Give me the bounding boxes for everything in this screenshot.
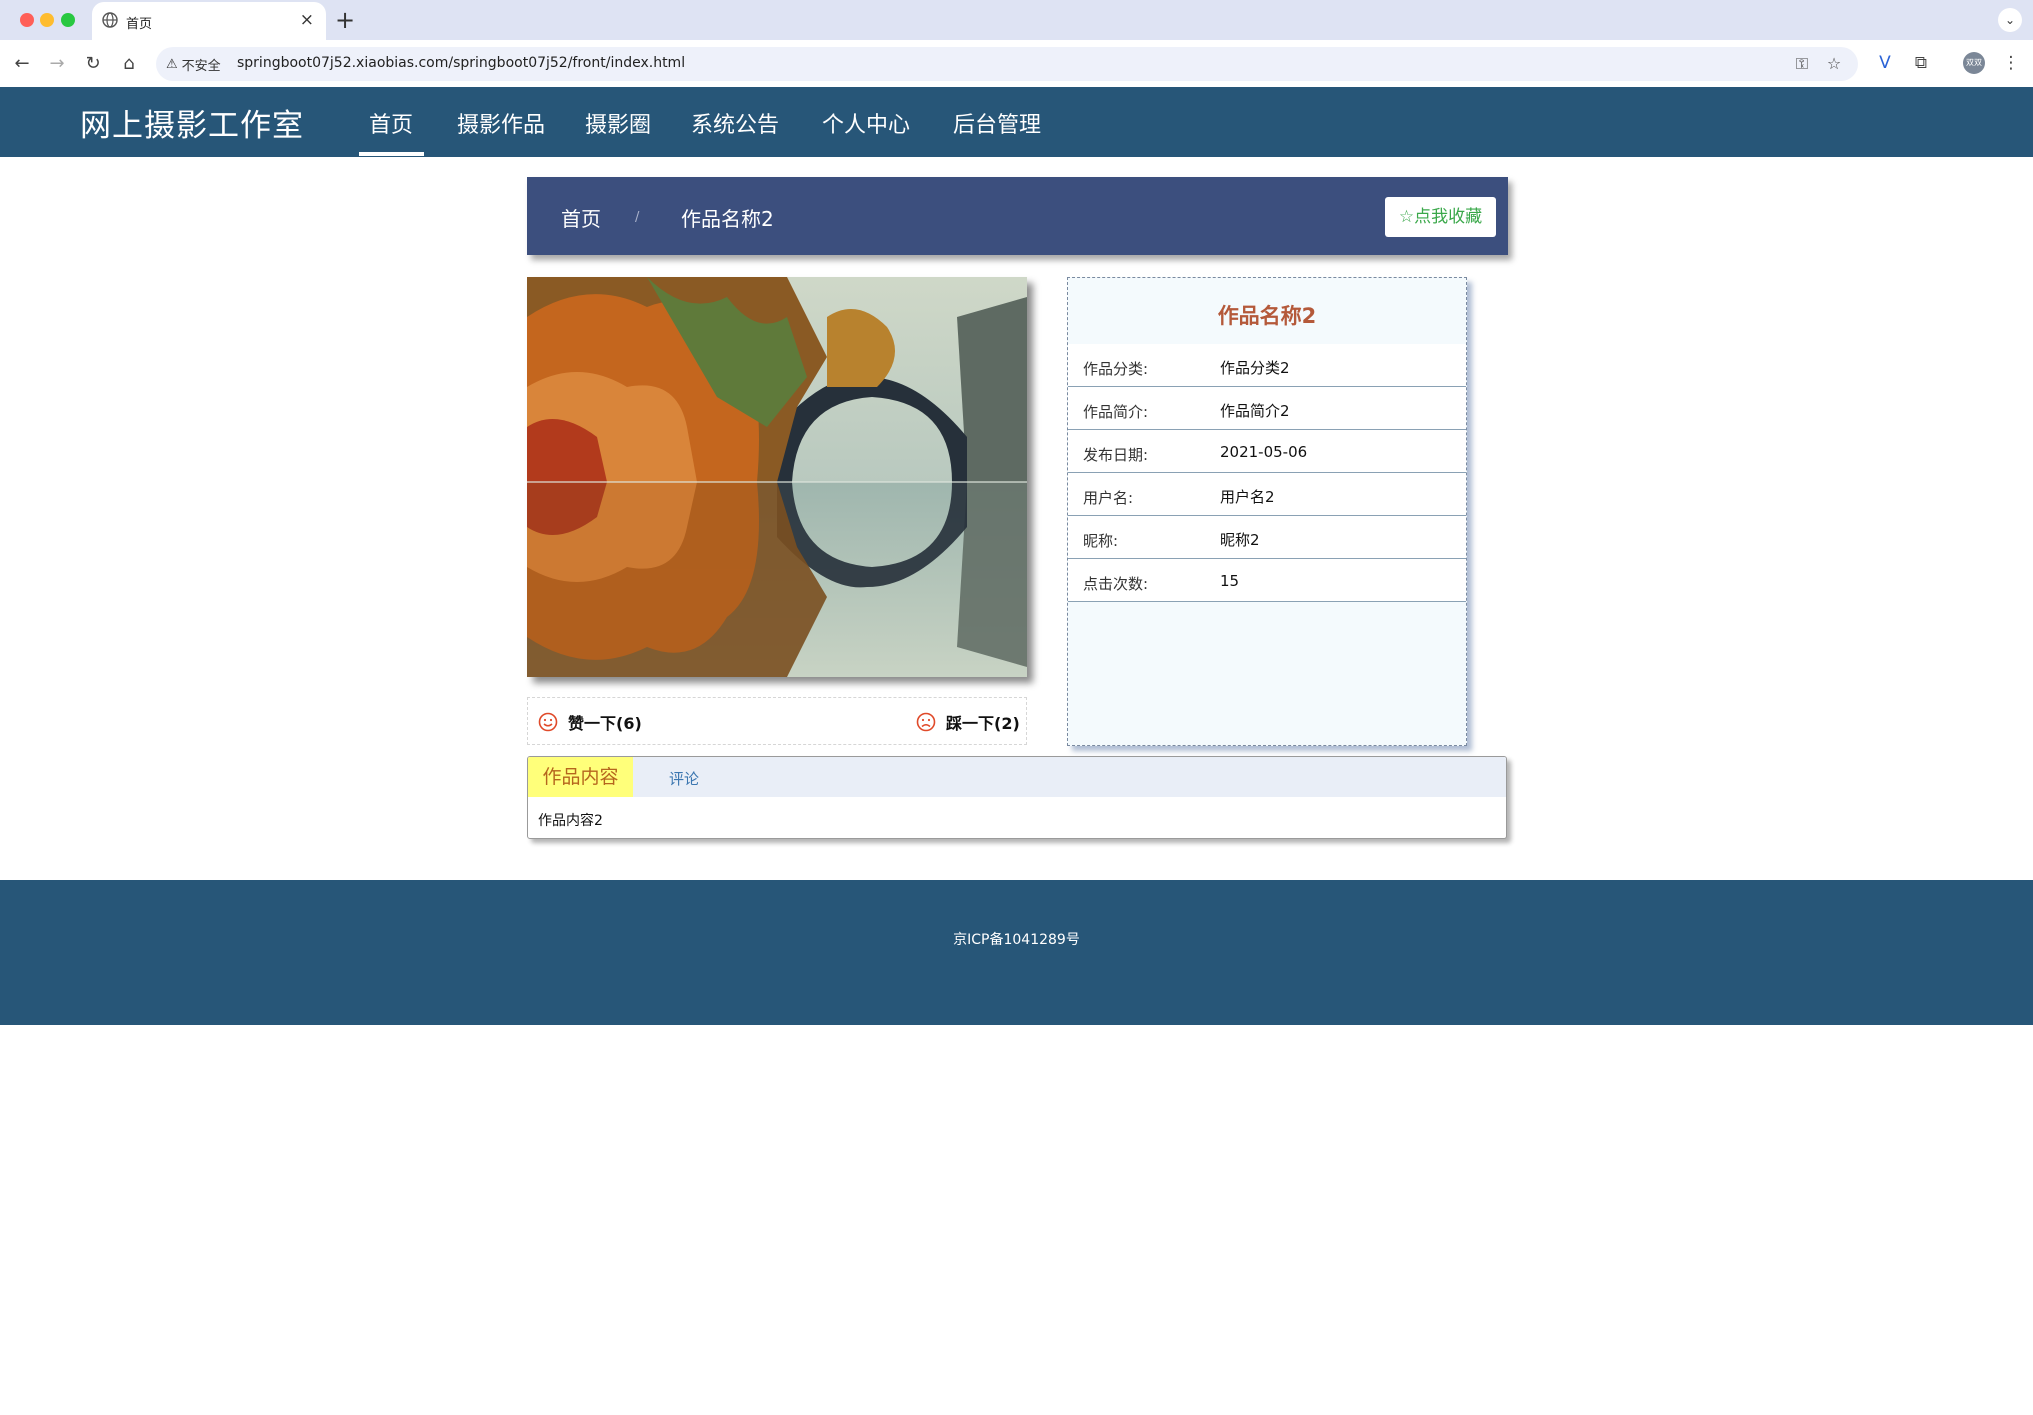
row-label: 发布日期: [1083, 446, 1149, 464]
dislike-label: 踩一下(2) [946, 714, 1020, 733]
nav-announcements[interactable]: 系统公告 [691, 107, 779, 139]
breadcrumb-current: 作品名称2 [681, 207, 774, 231]
frown-icon [916, 712, 936, 732]
smile-icon [538, 712, 558, 732]
nav-active-indicator [359, 152, 424, 156]
nav-photo-works[interactable]: 摄影作品 [457, 107, 545, 139]
dislike-button[interactable]: 踩一下(2) [916, 710, 1020, 734]
breadcrumb-home[interactable]: 首页 [561, 203, 601, 232]
breadcrumb-separator: / [635, 210, 640, 225]
globe-icon [102, 12, 118, 28]
site-header: 网上摄影工作室 首页 摄影作品 摄影圈 系统公告 个人中心 后台管理 [0, 87, 2033, 157]
content-tabs: 作品内容 评论 作品内容2 [527, 756, 1507, 839]
insecure-label: 不安全 [181, 59, 221, 74]
detail-row-category: 作品分类: 作品分类2 [1068, 344, 1466, 387]
favorite-button[interactable]: ☆点我收藏 [1385, 197, 1496, 237]
back-arrow-icon[interactable]: ← [10, 52, 34, 76]
row-label: 用户名: [1083, 489, 1134, 507]
work-title: 作品名称2 [1217, 304, 1317, 328]
like-label: 赞一下(6) [568, 714, 642, 733]
breadcrumb: 首页 / 作品名称2 ☆点我收藏 [527, 177, 1508, 255]
work-content-text: 作品内容2 [538, 813, 603, 829]
url-text[interactable]: springboot07j52.xiaobias.com/springboot0… [237, 55, 685, 71]
row-label: 点击次数: [1083, 575, 1149, 593]
tabs-header: 作品内容 评论 [528, 757, 1506, 797]
row-value: 作品简介2 [1220, 402, 1290, 420]
key-icon[interactable]: ⚿ [1791, 53, 1813, 75]
detail-row-username: 用户名: 用户名2 [1068, 473, 1466, 516]
detail-row-date: 发布日期: 2021-05-06 [1068, 430, 1466, 473]
detail-row-nickname: 昵称: 昵称2 [1068, 516, 1466, 559]
close-tab-icon[interactable]: × [300, 10, 314, 30]
tab-comments[interactable]: 评论 [669, 768, 699, 789]
omnibox[interactable]: ⚠ 不安全 springboot07j52.xiaobias.com/sprin… [156, 47, 1858, 81]
address-bar-row: ← → ↻ ⌂ ⚠ 不安全 springboot07j52.xiaobias.c… [0, 40, 2033, 88]
new-tab-button[interactable]: + [335, 6, 355, 34]
site-footer: 京ICP备1041289号 [0, 880, 2033, 1025]
nav-photo-circle[interactable]: 摄影圈 [585, 107, 651, 139]
row-label: 作品分类: [1083, 360, 1149, 378]
icp-number: 京ICP备1041289号 [953, 932, 1080, 948]
warning-triangle-icon: ⚠ [166, 57, 178, 72]
nav-home[interactable]: 首页 [369, 107, 413, 139]
extension-v-icon[interactable]: V [1872, 50, 1898, 76]
row-label: 作品简介: [1083, 403, 1149, 421]
work-photo [527, 277, 1027, 677]
nav-admin[interactable]: 后台管理 [953, 107, 1041, 139]
browser-tab[interactable]: 首页 × [92, 2, 326, 40]
tab-search-chevron-icon[interactable]: ⌄ [1998, 8, 2022, 32]
tab-work-content[interactable]: 作品内容 [528, 757, 633, 797]
vote-bar: 赞一下(6) 踩一下(2) [527, 697, 1027, 745]
browser-tab-bar: 首页 × + ⌄ [0, 0, 2033, 40]
profile-avatar[interactable]: 双双 [1963, 52, 1985, 74]
tab-title: 首页 [126, 17, 153, 32]
row-label: 昵称: [1083, 532, 1119, 550]
home-icon[interactable]: ⌂ [117, 52, 141, 76]
minimize-window-button[interactable] [40, 13, 54, 27]
nav-personal-center[interactable]: 个人中心 [822, 107, 910, 139]
like-button[interactable]: 赞一下(6) [538, 710, 642, 734]
row-value: 2021-05-06 [1220, 443, 1308, 461]
row-value: 作品分类2 [1220, 359, 1290, 377]
maximize-window-button[interactable] [61, 13, 75, 27]
detail-table: 作品分类: 作品分类2 作品简介: 作品简介2 发布日期: 2021-05-06… [1068, 344, 1466, 602]
forward-arrow-icon[interactable]: → [45, 52, 69, 76]
detail-row-clicks: 点击次数: 15 [1068, 559, 1466, 602]
reload-icon[interactable]: ↻ [81, 52, 105, 76]
row-value: 15 [1220, 572, 1240, 590]
close-window-button[interactable] [20, 13, 34, 27]
extensions-puzzle-icon[interactable]: ⧉ [1908, 50, 1934, 76]
site-brand[interactable]: 网上摄影工作室 [80, 100, 304, 145]
browser-menu-icon[interactable]: ⋮ [1998, 50, 2024, 76]
row-value: 用户名2 [1220, 488, 1275, 506]
detail-row-summary: 作品简介: 作品简介2 [1068, 387, 1466, 430]
row-value: 昵称2 [1220, 531, 1260, 549]
bookmark-star-icon[interactable]: ☆ [1823, 53, 1845, 75]
work-detail-panel: 作品名称2 作品分类: 作品分类2 作品简介: 作品简介2 发布日期: 2021… [1067, 277, 1467, 746]
security-indicator[interactable]: ⚠ 不安全 [166, 55, 221, 74]
